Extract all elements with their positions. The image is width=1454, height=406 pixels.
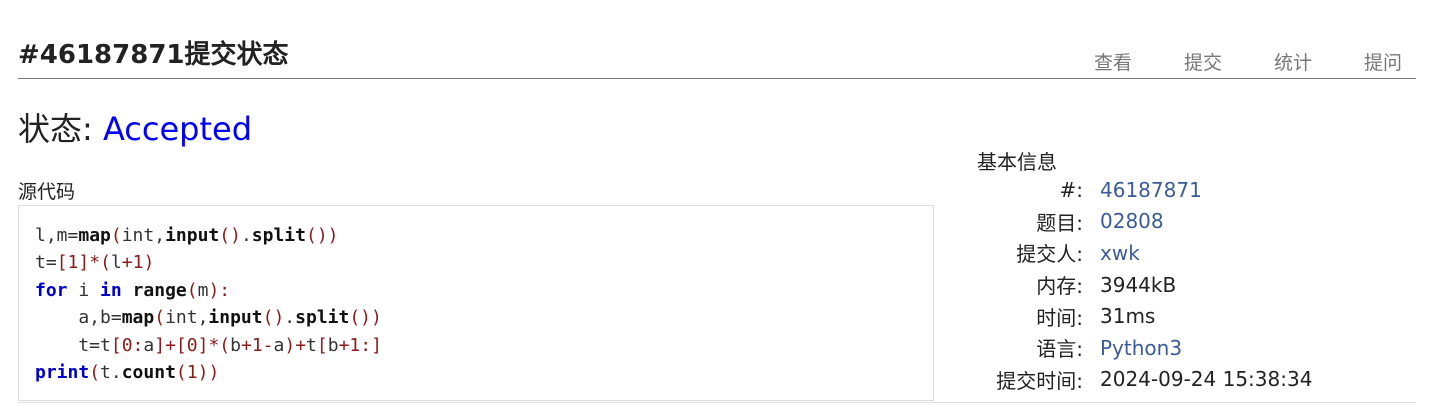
info-row-submit-time: 提交时间: 2024-09-24 15:38:34: [977, 364, 1312, 396]
info-key: 提交人:: [1016, 242, 1083, 267]
info-key: 内存:: [1036, 274, 1083, 299]
status-label: 状态:: [18, 110, 103, 148]
problem-link[interactable]: 02808: [1083, 209, 1164, 233]
basic-info-table: #: 46187871 题目: 02808 提交人: xwk 内存: 3944k…: [977, 174, 1312, 395]
nav-ask[interactable]: 提问: [1364, 48, 1402, 75]
info-key: 语言:: [1036, 337, 1083, 362]
info-key: 时间:: [1036, 305, 1083, 330]
bottom-divider: [18, 402, 1416, 403]
info-key: 题目:: [1036, 210, 1083, 235]
code-line-2: t=[1]*(l+1): [35, 252, 155, 274]
page-title: #46187871提交状态: [18, 40, 289, 70]
code-line-5: t=t[0:a]+[0]*(b+1-a)+t[b+1:]: [35, 334, 382, 356]
submitter-link[interactable]: xwk: [1083, 241, 1140, 265]
info-row-language: 语言: Python3: [977, 332, 1312, 364]
basic-info-title: 基本信息: [977, 150, 1057, 174]
info-key: #:: [1059, 177, 1084, 202]
info-row-submitter: 提交人: xwk: [977, 237, 1312, 269]
language-link[interactable]: Python3: [1083, 336, 1182, 360]
submit-time-value: 2024-09-24 15:38:34: [1100, 367, 1313, 392]
info-row-time: 时间: 31ms: [977, 300, 1312, 332]
status-value: Accepted: [102, 110, 253, 148]
code-text: l,m=map(int,input().split()) t=[1]*(l+1)…: [35, 222, 933, 386]
status-line: 状态: Accepted: [18, 104, 252, 150]
info-row-id: #: 46187871: [977, 174, 1312, 206]
code-line-1: l,m=map(int,input().split()): [35, 225, 339, 246]
nav-submit[interactable]: 提交: [1184, 48, 1222, 75]
code-line-4: a,b=map(int,input().split()): [35, 307, 382, 329]
info-key: 提交时间:: [996, 368, 1083, 393]
info-row-problem: 题目: 02808: [977, 206, 1312, 238]
memory-value: 3944kB: [1100, 272, 1177, 297]
source-code-block: l,m=map(int,input().split()) t=[1]*(l+1)…: [18, 205, 934, 401]
top-nav: 查看 提交 统计 提问: [1042, 48, 1402, 75]
nav-view[interactable]: 查看: [1094, 48, 1132, 75]
time-value: 31ms: [1100, 304, 1156, 329]
nav-statistics[interactable]: 统计: [1274, 48, 1312, 75]
submission-id-link[interactable]: 46187871: [1083, 178, 1202, 202]
info-row-memory: 内存: 3944kB: [977, 269, 1312, 301]
code-line-3: for i in range(m):: [35, 279, 231, 301]
source-code-label: 源代码: [18, 181, 76, 203]
code-line-6: print(t.count(1)): [35, 362, 220, 384]
title-divider: [18, 78, 1416, 79]
